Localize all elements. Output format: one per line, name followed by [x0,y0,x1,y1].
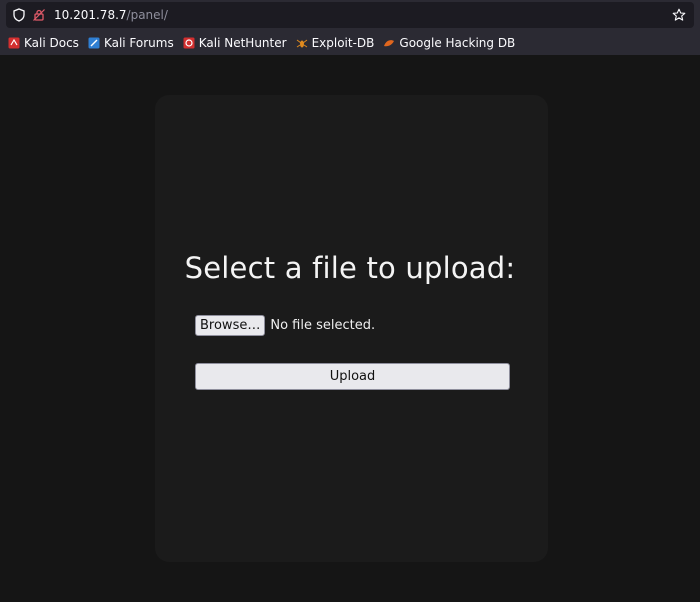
bookmark-exploit-db[interactable]: Exploit-DB [296,35,375,50]
url-host: 10.201.78.7 [54,8,127,22]
page-title: Select a file to upload: [184,251,516,285]
file-input: Browse… No file selected. [195,315,375,336]
bookmark-label: Kali Forums [103,35,174,50]
bookmarks-bar: Kali Docs Kali Forums Kali NetHunter Exp… [0,30,700,55]
bookmark-label: Google Hacking DB [399,35,516,50]
file-status: No file selected. [270,318,376,333]
browser-chrome: 10.201.78.7/panel/ Kali Docs Kali Forums… [0,0,700,55]
star-icon[interactable] [672,8,686,22]
bookmark-kali-forums[interactable]: Kali Forums [88,36,174,50]
bookmark-label: Kali Docs [24,35,79,50]
shield-icon[interactable] [12,8,26,22]
url-path: /panel/ [126,8,168,22]
urlbar-row: 10.201.78.7/panel/ [0,0,700,30]
lock-icon[interactable] [32,8,46,22]
bookmark-kali-docs[interactable]: Kali Docs [8,36,79,50]
browse-button[interactable]: Browse… [195,315,266,336]
kali-forums-icon [88,37,100,49]
bookmark-kali-nethunter[interactable]: Kali NetHunter [183,36,287,50]
page-content: Select a file to upload: Browse… No file… [0,55,700,602]
kali-docs-icon [8,37,20,49]
address-bar[interactable]: 10.201.78.7/panel/ [6,2,694,28]
bookmark-label: Kali NetHunter [198,35,287,50]
bookmark-google-hacking-db[interactable]: Google Hacking DB [383,36,515,50]
ghdb-icon [383,37,395,49]
exploit-db-icon [296,37,308,49]
upload-button[interactable]: Upload [195,363,510,390]
kali-nethunter-icon [183,37,195,49]
bookmark-label: Exploit-DB [311,35,375,50]
